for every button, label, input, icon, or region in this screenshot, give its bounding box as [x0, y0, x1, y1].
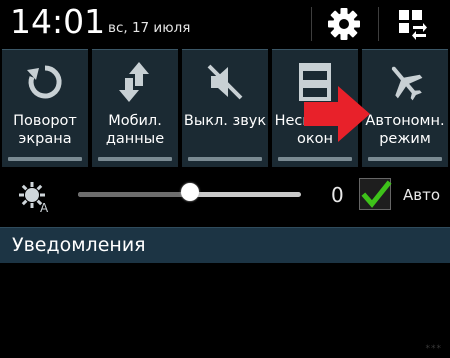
auto-brightness-label: Авто	[403, 186, 441, 204]
toggle-indicator	[98, 157, 172, 161]
notifications-title: Уведомления	[12, 234, 146, 256]
clock-date: вс, 17 июля	[108, 20, 191, 36]
header-divider	[378, 7, 379, 41]
header-divider	[311, 7, 312, 41]
brightness-auto-button[interactable]: A	[18, 181, 52, 219]
brightness-slider-thumb[interactable]	[180, 183, 199, 201]
toggle-airplane-mode[interactable]: Автономн. режим	[362, 49, 448, 167]
red-arrow-icon	[304, 86, 370, 142]
toggle-label: Мобил. данные	[105, 113, 165, 147]
brightness-slider-fill	[78, 192, 190, 197]
gear-icon	[328, 8, 360, 40]
toggle-indicator	[188, 157, 262, 161]
brightness-auto-icon: A	[19, 182, 49, 215]
toggle-rotation[interactable]: Поворот экрана	[2, 49, 88, 167]
auto-brightness-checkbox[interactable]	[359, 178, 392, 210]
brightness-value: 0	[331, 183, 344, 207]
toggle-mute[interactable]: Выкл. звук	[182, 49, 268, 167]
status-header: 14:01 вс, 17 июля	[0, 0, 450, 46]
toggle-indicator	[368, 157, 442, 161]
notifications-header: Уведомления	[0, 227, 450, 263]
checkmark-icon	[361, 180, 392, 208]
toggle-indicator	[278, 157, 352, 161]
edit-toggles-button[interactable]	[388, 4, 436, 44]
toggle-label: Выкл. звук	[183, 113, 267, 129]
watermark: ***	[425, 344, 442, 354]
toggle-mobile-data[interactable]: Мобил. данные	[92, 49, 178, 167]
toggle-label: Автономн. режим	[365, 113, 445, 147]
toggle-label: Поворот экрана	[13, 113, 77, 147]
svg-text:A: A	[40, 201, 49, 215]
airplane-icon	[391, 66, 423, 101]
mute-icon	[207, 64, 243, 100]
toggle-indicator	[8, 157, 82, 161]
settings-button[interactable]	[320, 4, 368, 44]
clock-time: 14:01	[10, 2, 106, 41]
rotate-icon	[27, 65, 62, 99]
quick-toggles: Поворот экрана Мобил. данные Выкл. звук	[0, 49, 450, 167]
grid-switch-icon	[399, 10, 427, 40]
mobile-data-icon	[119, 62, 149, 102]
